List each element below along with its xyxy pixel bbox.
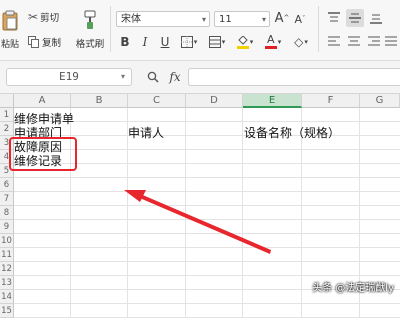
cell-reference: E19 [59, 70, 79, 83]
increase-font-size-button[interactable]: A ^ [274, 9, 290, 27]
format-painter-icon [84, 10, 96, 29]
bold-glyph: B [120, 35, 130, 49]
row-header-15[interactable]: 15 [0, 304, 14, 318]
align-center-icon [348, 36, 360, 46]
format-painter-label: 格式刷 [75, 39, 105, 50]
grow-caret-icon: ^ [283, 14, 290, 22]
align-bottom-button[interactable] [368, 10, 384, 26]
arrow-head [124, 190, 146, 202]
fill-color-bar [236, 45, 249, 49]
align-left-icon [328, 36, 340, 46]
align-bottom-icon [370, 14, 382, 24]
align-middle-icon [349, 13, 361, 23]
fill-color-swatch-wrap [236, 35, 249, 49]
annotation-arrow [124, 190, 271, 254]
chevron-down-icon: ▾ [221, 38, 226, 46]
chevron-down-icon: ▾ [304, 38, 308, 46]
format-painter-button[interactable]: 格式刷 [74, 6, 106, 54]
borders-icon [180, 36, 193, 48]
ribbon-separator [110, 6, 111, 52]
scissors-icon: ✂ [28, 10, 39, 24]
chevron-down-icon: ▾ [249, 38, 254, 46]
shrink-caret-icon: ˇ [302, 15, 306, 23]
font-size-select[interactable]: 11 ▾ [214, 11, 270, 27]
fill-color-button[interactable]: ▾ [234, 33, 256, 51]
cut-button[interactable]: ✂ 剪切 [28, 9, 72, 25]
align-top-button[interactable] [326, 10, 342, 26]
ribbon-separator [318, 6, 319, 52]
font-size-value: 11 [219, 14, 232, 25]
font-name-select[interactable]: 宋体 ▾ [116, 11, 210, 27]
borders-button[interactable]: ▾ [178, 34, 200, 50]
font-color-bar [264, 46, 277, 49]
merge-cells-icon [208, 36, 221, 48]
copy-button[interactable]: 复制 [28, 34, 72, 50]
align-middle-button[interactable] [346, 9, 364, 27]
spreadsheet-grid: ABCDEFG 1 2 3 4 5 6 7 8 9 10 11 12 13 14 15 维修申请单 申请部门… [0, 94, 400, 318]
chevron-down-icon: ▾ [193, 38, 198, 46]
align-center-button[interactable] [346, 34, 362, 50]
clear-format-button[interactable]: ◇ ▾ [290, 34, 312, 50]
italic-button[interactable]: I [138, 34, 152, 50]
underline-glyph: U [160, 35, 170, 49]
font-color-wrap: A [264, 33, 277, 49]
zoom-icon[interactable] [146, 70, 160, 84]
align-right-icon [368, 36, 380, 46]
italic-glyph: I [142, 35, 148, 49]
chevron-down-icon: ▾ [261, 15, 266, 24]
align-top-icon [328, 12, 340, 22]
justify-button[interactable] [384, 34, 398, 50]
row-gridline [14, 303, 400, 304]
formula-input[interactable] [188, 68, 400, 86]
font-shrink-glyph: A [294, 12, 303, 26]
justify-icon [385, 36, 397, 46]
font-name-value: 宋体 [121, 14, 141, 25]
magnifier-icon [147, 71, 159, 83]
paste-icon [2, 10, 18, 30]
bold-button[interactable]: B [118, 34, 132, 50]
font-color-glyph: A [266, 33, 275, 46]
arrow-shaft [128, 190, 271, 254]
align-right-button[interactable] [366, 34, 382, 50]
font-color-button[interactable]: A ▾ [262, 33, 284, 51]
font-grow-glyph: A [274, 10, 284, 26]
ribbon-toolbar: 粘贴 ✂ 剪切 复制 格式刷 宋体 ▾ 11 ▾ A ^ Aˇ B I U ▾ … [0, 0, 400, 61]
name-box[interactable]: E19 ▾ [6, 68, 132, 86]
eraser-icon: ◇ [294, 35, 304, 49]
align-left-button[interactable] [326, 34, 342, 50]
insert-function-button[interactable]: fx [166, 69, 184, 85]
copy-label: 复制 [42, 38, 62, 49]
underline-button[interactable]: U [158, 34, 172, 50]
paste-button[interactable]: 粘贴 [0, 4, 20, 54]
cut-label: 剪切 [40, 13, 60, 24]
chevron-down-icon: ▾ [120, 72, 125, 81]
copy-icon [28, 36, 39, 48]
paint-bucket-icon [238, 35, 248, 45]
paste-label: 粘贴 [0, 39, 19, 50]
chevron-down-icon: ▾ [201, 15, 206, 24]
chevron-down-icon: ▾ [277, 38, 282, 46]
formula-bar: E19 ▾ fx [0, 61, 400, 94]
fx-label: fx [169, 70, 181, 84]
merge-cells-button[interactable]: ▾ [206, 34, 228, 50]
decrease-font-size-button[interactable]: Aˇ [292, 10, 308, 28]
watermark: 头条 @法定瑞猷ly [312, 283, 394, 294]
